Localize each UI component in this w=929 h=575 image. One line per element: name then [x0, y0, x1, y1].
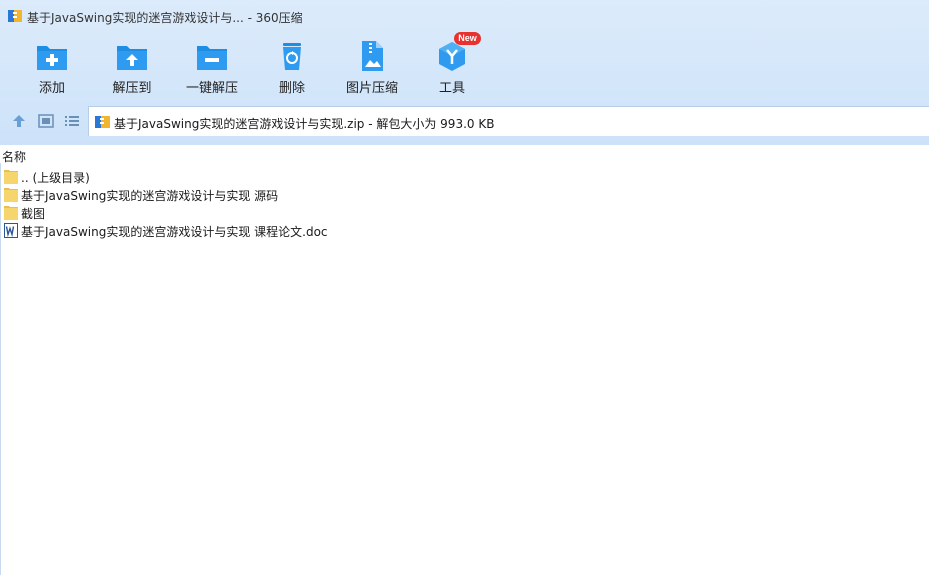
- list-item-parent-dir[interactable]: .. (上级目录): [0, 167, 929, 185]
- list-view-icon[interactable]: [64, 113, 80, 129]
- file-list: .. (上级目录) 基于JavaSwing实现的迷宫游戏设计与实现 源码 截图 …: [0, 167, 929, 239]
- folder-extract-icon: [117, 46, 147, 70]
- delete-label: 删除: [278, 81, 305, 96]
- folder-icon: [4, 170, 18, 184]
- add-label: 添加: [38, 81, 65, 96]
- word-document-icon: [4, 223, 18, 238]
- new-badge: New: [454, 32, 481, 45]
- one-click-extract-label: 一键解压: [185, 81, 238, 96]
- file-name: 基于JavaSwing实现的迷宫游戏设计与实现 源码: [21, 189, 279, 203]
- recycle-bin-icon: [283, 43, 301, 70]
- list-item-doc-file[interactable]: 基于JavaSwing实现的迷宫游戏设计与实现 课程论文.doc: [0, 221, 929, 239]
- tools-button[interactable]: 工具: [412, 36, 492, 98]
- app-window: 基于JavaSwing实现的迷宫游戏设计与... - 360压缩 添加 解压到 …: [0, 0, 929, 575]
- archive-app-icon: [8, 10, 22, 22]
- folder-add-icon: [37, 46, 67, 70]
- extract-to-button[interactable]: 解压到: [92, 36, 172, 98]
- one-click-extract-button[interactable]: 一键解压: [172, 36, 252, 98]
- add-button[interactable]: 添加: [12, 36, 92, 98]
- file-name: .. (上级目录): [21, 171, 90, 185]
- folder-oneclick-extract-icon: [197, 46, 227, 70]
- list-item-screenshots-folder[interactable]: 截图: [0, 203, 929, 221]
- image-zip-icon: [362, 41, 383, 71]
- file-name: 截图: [21, 207, 46, 221]
- title-bar: 基于JavaSwing实现的迷宫游戏设计与... - 360压缩: [0, 0, 929, 32]
- folder-icon: [4, 188, 18, 202]
- address-row: 基于JavaSwing实现的迷宫游戏设计与实现.zip - 解包大小为 993.…: [0, 106, 929, 136]
- list-item-source-folder[interactable]: 基于JavaSwing实现的迷宫游戏设计与实现 源码: [0, 185, 929, 203]
- address-bar[interactable]: 基于JavaSwing实现的迷宫游戏设计与实现.zip - 解包大小为 993.…: [88, 106, 929, 136]
- delete-button[interactable]: 删除: [252, 36, 332, 98]
- header-area: 基于JavaSwing实现的迷宫游戏设计与... - 360压缩 添加 解压到 …: [0, 0, 929, 145]
- address-path: 基于JavaSwing实现的迷宫游戏设计与实现.zip - 解包大小为 993.…: [114, 117, 495, 131]
- column-name-label: 名称: [2, 150, 27, 164]
- file-name: 基于JavaSwing实现的迷宫游戏设计与实现 课程论文.doc: [21, 225, 328, 239]
- up-arrow-icon[interactable]: [11, 113, 27, 129]
- folder-icon: [4, 206, 18, 220]
- window-title: 基于JavaSwing实现的迷宫游戏设计与... - 360压缩: [27, 11, 303, 25]
- column-header-name[interactable]: 名称: [0, 147, 929, 164]
- thumbnail-view-icon[interactable]: [38, 113, 54, 129]
- tools-label: 工具: [438, 81, 465, 96]
- image-compress-button[interactable]: 图片压缩: [332, 36, 412, 98]
- image-compress-label: 图片压缩: [345, 81, 398, 96]
- zip-file-icon: [95, 116, 110, 128]
- toolbar: 添加 解压到 一键解压 删除 图片压缩 工具: [0, 36, 929, 98]
- extract-to-label: 解压到: [112, 81, 152, 96]
